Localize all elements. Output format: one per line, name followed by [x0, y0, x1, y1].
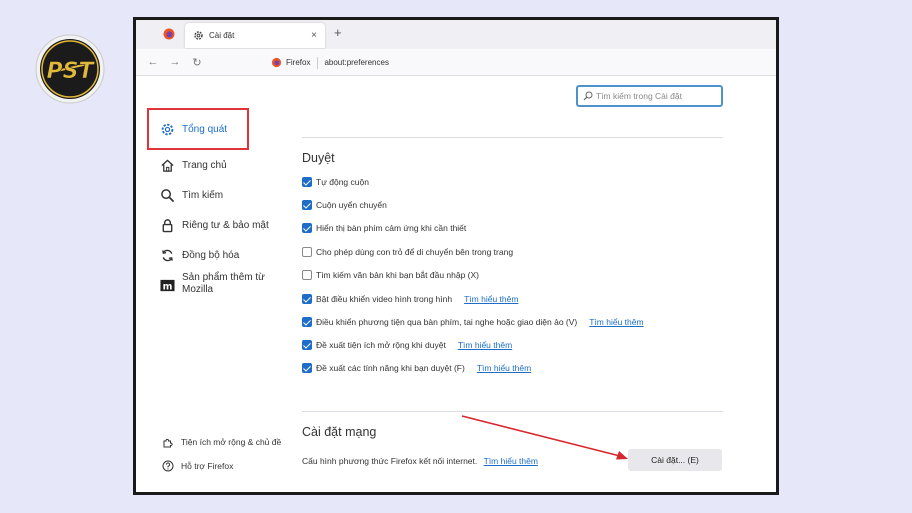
option-picture-in-picture[interactable]: Bật điều khiển video hình trong hình Tìm…	[302, 294, 518, 304]
checkbox[interactable]	[302, 200, 312, 210]
sidebar-item-label: Mozilla	[182, 284, 214, 295]
option-label: Tìm kiếm văn bản khi bạn bắt đầu nhập (X…	[316, 270, 480, 280]
option-touch-keyboard[interactable]: Hiển thị bàn phím cảm ứng khi cần thiết	[302, 223, 466, 233]
sidebar-item-label: Tiện ích mở rộng & chủ đề	[181, 437, 282, 447]
svg-text:m: m	[163, 281, 173, 292]
sidebar-item-mozilla-products[interactable]: m Sản phẩm thêm từ Mozilla	[160, 272, 265, 296]
sidebar-item-search[interactable]: Tìm kiếm	[160, 188, 223, 203]
option-label: Cuộn uyển chuyển	[316, 200, 387, 210]
option-search-on-typing[interactable]: Tìm kiếm văn bản khi bạn bắt đầu nhập (X…	[302, 270, 479, 280]
back-button[interactable]: ←	[142, 56, 164, 68]
settings-search-input[interactable]: Tìm kiếm trong Cài đặt	[576, 85, 723, 107]
option-smooth-scrolling[interactable]: Cuộn uyển chuyển	[302, 200, 387, 210]
option-recommend-features[interactable]: Đề xuất các tính năng khi bạn duyệt (F) …	[302, 363, 531, 373]
option-recommend-extensions[interactable]: Đề xuất tiện ích mở rộng khi duyệt Tìm h…	[302, 340, 512, 350]
gear-icon	[161, 123, 174, 135]
sidebar-item-firefox-support[interactable]: Hỗ trợ Firefox	[162, 460, 233, 472]
checkbox[interactable]	[302, 363, 312, 373]
sidebar-item-label: Sản phẩm thêm từ	[182, 272, 265, 283]
option-label: Đề xuất các tính năng khi bạn duyệt (F)	[316, 363, 465, 373]
option-cursor-navigation[interactable]: Cho phép dùng con trỏ để di chuyển bên t…	[302, 247, 513, 257]
option-label: Điều khiển phương tiện qua bàn phím, tai…	[316, 317, 578, 327]
search-placeholder: Tìm kiếm trong Cài đặt	[596, 91, 682, 101]
site-logo: PST	[34, 33, 106, 105]
sidebar-item-label: Hỗ trợ Firefox	[181, 461, 234, 471]
section-title-network: Cài đặt mạng	[302, 425, 377, 439]
tab-title: Cài đặt	[209, 31, 235, 40]
forward-button[interactable]: →	[164, 56, 186, 68]
sidebar-item-sync[interactable]: Đồng bộ hóa	[160, 248, 239, 263]
identity-label: Firefox	[286, 58, 311, 67]
tab-settings[interactable]: Cài đặt ×	[185, 23, 325, 48]
checkbox[interactable]	[302, 317, 312, 327]
sidebar-item-extensions-themes[interactable]: Tiện ích mở rộng & chủ đề	[162, 436, 281, 448]
url-separator	[317, 56, 319, 69]
sidebar-item-label: Tìm kiếm	[182, 190, 224, 201]
sidebar-item-general[interactable]: Tổng quát	[147, 108, 249, 150]
mozilla-icon: m	[160, 279, 175, 292]
home-icon	[161, 159, 174, 172]
section-divider	[302, 137, 723, 138]
search-icon	[161, 189, 175, 203]
option-label: Bật điều khiển video hình trong hình	[316, 294, 453, 304]
firefox-icon[interactable]	[162, 27, 176, 41]
checkbox[interactable]	[302, 223, 312, 233]
option-label: Hiển thị bàn phím cảm ứng khi cần thiết	[316, 223, 467, 233]
gear-icon	[194, 31, 203, 40]
section-divider	[302, 411, 723, 412]
learn-more-link[interactable]: Tìm hiểu thêm	[464, 294, 518, 304]
sidebar-item-privacy[interactable]: Riêng tư & bảo mật	[160, 218, 269, 233]
option-label: Tự động cuộn	[316, 177, 369, 187]
checkbox[interactable]	[302, 247, 312, 257]
option-label: Cho phép dùng con trỏ để di chuyển bên t…	[316, 247, 514, 257]
option-media-keys[interactable]: Điều khiển phương tiện qua bàn phím, tai…	[302, 317, 644, 327]
help-icon	[162, 460, 174, 472]
sidebar-item-label: Đồng bộ hóa	[182, 250, 240, 261]
reload-button[interactable]: ↻	[186, 56, 208, 69]
network-description-text: Cấu hình phương thức Firefox kết nối int…	[302, 456, 478, 466]
network-description: Cấu hình phương thức Firefox kết nối int…	[302, 456, 538, 466]
sidebar-item-label: Riêng tư & bảo mật	[182, 220, 269, 231]
checkbox[interactable]	[302, 340, 312, 350]
nav-toolbar: ← → ↻ Firefox about:preferences	[136, 49, 776, 76]
browser-window: Cài đặt × + ← → ↻ Firefox about:preferen…	[133, 17, 779, 495]
svg-text:PST: PST	[47, 59, 96, 84]
close-tab-icon[interactable]: ×	[311, 30, 317, 41]
sync-icon	[162, 249, 173, 262]
url-text[interactable]: about:preferences	[324, 58, 389, 67]
sidebar-item-label: Tổng quát	[182, 123, 228, 135]
tab-bar: Cài đặt × +	[136, 20, 776, 49]
option-autoscroll[interactable]: Tự động cuộn	[302, 177, 369, 187]
learn-more-link[interactable]: Tìm hiểu thêm	[589, 317, 643, 327]
firefox-icon	[271, 57, 282, 68]
sidebar-item-home[interactable]: Trang chủ	[160, 158, 227, 173]
checkbox[interactable]	[302, 177, 312, 187]
learn-more-link[interactable]: Tìm hiểu thêm	[477, 363, 531, 373]
network-settings-button[interactable]: Cài đặt... (E)	[628, 449, 722, 471]
learn-more-link[interactable]: Tìm hiểu thêm	[458, 340, 512, 350]
sidebar-item-label: Trang chủ	[182, 160, 227, 171]
search-icon	[583, 91, 593, 101]
new-tab-button[interactable]: +	[334, 25, 342, 40]
puzzle-icon	[163, 438, 173, 448]
section-title-browsing: Duyệt	[302, 151, 335, 165]
checkbox[interactable]	[302, 294, 312, 304]
learn-more-link[interactable]: Tìm hiểu thêm	[484, 456, 538, 466]
lock-icon	[162, 219, 173, 233]
url-bar[interactable]: Firefox about:preferences	[271, 54, 389, 71]
checkbox[interactable]	[302, 270, 312, 280]
option-label: Đề xuất tiện ích mở rộng khi duyệt	[316, 340, 446, 350]
